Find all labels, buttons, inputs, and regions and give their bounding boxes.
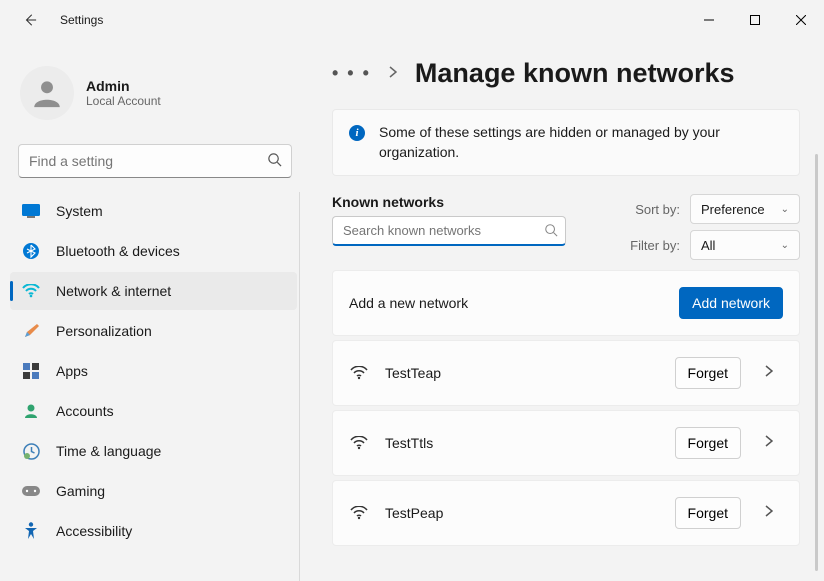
info-icon: i (349, 125, 365, 141)
gamepad-icon (22, 482, 40, 500)
network-name: TestTeap (385, 365, 659, 381)
sort-select[interactable]: Preference ⌄ (690, 194, 800, 224)
brush-icon (22, 322, 40, 340)
sidebar-item-personalization[interactable]: Personalization (10, 312, 297, 350)
bluetooth-icon (22, 242, 40, 260)
minimize-button[interactable] (686, 0, 732, 40)
breadcrumb-ellipsis[interactable]: • • • (332, 63, 371, 84)
maximize-button[interactable] (732, 0, 778, 40)
chevron-right-icon[interactable] (765, 434, 783, 452)
nav-label: Gaming (56, 483, 105, 499)
network-row[interactable]: TestPeap Forget (332, 480, 800, 546)
networks-search-input[interactable] (332, 216, 566, 246)
nav-label: Accessibility (56, 523, 132, 539)
person-icon (22, 402, 40, 420)
wifi-icon (349, 506, 369, 520)
chevron-down-icon: ⌄ (781, 240, 789, 251)
org-banner: i Some of these settings are hidden or m… (332, 109, 800, 176)
nav-label: System (56, 203, 103, 219)
avatar (20, 66, 74, 120)
system-icon (22, 202, 40, 220)
chevron-down-icon: ⌄ (781, 204, 789, 215)
window-title: Settings (60, 13, 103, 27)
sidebar: Admin Local Account System Bluetooth & d… (0, 40, 310, 581)
forget-button[interactable]: Forget (675, 497, 741, 529)
sidebar-search-input[interactable] (18, 144, 292, 178)
network-row[interactable]: TestTtls Forget (332, 410, 800, 476)
filter-label: Filter by: (630, 238, 680, 253)
user-sub: Local Account (86, 94, 161, 108)
nav-label: Bluetooth & devices (56, 243, 180, 259)
main-pane: • • • Manage known networks i Some of th… (310, 40, 824, 581)
sort-value: Preference (701, 202, 765, 217)
apps-icon (22, 362, 40, 380)
banner-message: Some of these settings are hidden or man… (379, 123, 783, 162)
nav-label: Apps (56, 363, 88, 379)
close-button[interactable] (778, 0, 824, 40)
sidebar-search[interactable] (18, 144, 292, 178)
network-name: TestTtls (385, 435, 659, 451)
network-name: TestPeap (385, 505, 659, 521)
accessibility-icon (22, 522, 40, 540)
add-network-card: Add a new network Add network (332, 270, 800, 336)
network-row[interactable]: TestTeap Forget (332, 340, 800, 406)
chevron-right-icon[interactable] (765, 364, 783, 382)
add-network-label: Add a new network (349, 295, 663, 311)
sidebar-item-gaming[interactable]: Gaming (10, 472, 297, 510)
breadcrumb: • • • Manage known networks (332, 58, 800, 89)
filter-value: All (701, 238, 715, 253)
sidebar-item-apps[interactable]: Apps (10, 352, 297, 390)
page-title: Manage known networks (415, 58, 735, 89)
network-cards: Add a new network Add network TestTeap F… (332, 270, 800, 546)
scrollbar[interactable] (815, 154, 818, 571)
forget-button[interactable]: Forget (675, 357, 741, 389)
sidebar-item-accessibility[interactable]: Accessibility (10, 512, 297, 550)
search-icon (544, 223, 558, 242)
chevron-right-icon[interactable] (765, 504, 783, 522)
nav-label: Personalization (56, 323, 152, 339)
clock-icon (22, 442, 40, 460)
section-label: Known networks (332, 194, 566, 210)
user-name: Admin (86, 78, 161, 94)
search-icon (267, 152, 282, 172)
sidebar-item-system[interactable]: System (10, 192, 297, 230)
nav-label: Network & internet (56, 283, 171, 299)
nav-label: Accounts (56, 403, 114, 419)
sidebar-item-network[interactable]: Network & internet (10, 272, 297, 310)
sidebar-item-accounts[interactable]: Accounts (10, 392, 297, 430)
sort-label: Sort by: (635, 202, 680, 217)
wifi-icon (349, 436, 369, 450)
user-block[interactable]: Admin Local Account (10, 58, 300, 140)
filter-select[interactable]: All ⌄ (690, 230, 800, 260)
chevron-right-icon (389, 65, 397, 83)
sidebar-item-time[interactable]: Time & language (10, 432, 297, 470)
forget-button[interactable]: Forget (675, 427, 741, 459)
networks-search[interactable] (332, 216, 566, 246)
nav-label: Time & language (56, 443, 161, 459)
back-button[interactable] (20, 10, 40, 30)
wifi-icon (22, 282, 40, 300)
add-network-button[interactable]: Add network (679, 287, 783, 319)
nav-list: System Bluetooth & devices Network & int… (10, 192, 300, 581)
sidebar-item-bluetooth[interactable]: Bluetooth & devices (10, 232, 297, 270)
wifi-icon (349, 366, 369, 380)
